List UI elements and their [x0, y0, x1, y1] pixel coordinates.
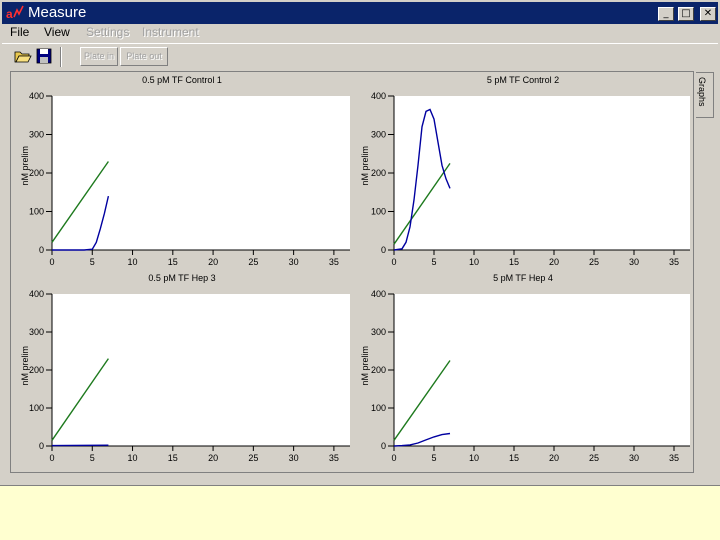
y-tick-label: 400	[371, 289, 386, 299]
y-tick-label: 0	[381, 441, 386, 451]
x-tick-label: 0	[49, 257, 54, 267]
x-tick-label: 5	[431, 453, 436, 463]
y-tick-label: 100	[371, 207, 386, 217]
x-tick-label: 20	[208, 257, 218, 267]
x-tick-label: 35	[329, 257, 339, 267]
plot-area	[52, 294, 350, 446]
x-tick-label: 20	[549, 257, 559, 267]
maximize-button[interactable]: □	[678, 7, 694, 21]
y-tick-label: 200	[371, 168, 386, 178]
x-tick-label: 0	[49, 453, 54, 463]
x-tick-label: 30	[629, 257, 639, 267]
x-tick-label: 20	[549, 453, 559, 463]
svg-text:a: a	[6, 7, 13, 21]
x-tick-label: 30	[289, 257, 299, 267]
app-icon: a	[6, 5, 24, 21]
measure-window: a Measure _ □ ✕ File View Settings Instr…	[0, 0, 720, 486]
chart-3-svg: 0 100 200 300 400 0 5 10 15 20 25 30 35	[29, 289, 350, 463]
chart-panel-1: 0.5 pM TF Control 1 nM prelim 0 100 200 300…	[12, 75, 352, 274]
x-tick-label: 25	[248, 257, 258, 267]
chart-2-svg: 0 100 200 300 400 0 5 10 15 20 25 30 35	[371, 91, 690, 267]
x-tick-label: 25	[589, 453, 599, 463]
menu-view[interactable]: View	[44, 25, 70, 40]
y-tick-label: 300	[371, 130, 386, 140]
y-tick-label: 400	[29, 289, 44, 299]
x-tick-label: 30	[289, 453, 299, 463]
x-tick-label: 0	[391, 257, 396, 267]
y-tick-label: 300	[29, 130, 44, 140]
menu-file[interactable]: File	[10, 25, 29, 40]
y-tick-label: 300	[29, 327, 44, 337]
y-tick-label: 0	[39, 245, 44, 255]
chart-panel-2: 5 pM TF Control 2 nM prelim 0 100 200 300 40…	[354, 75, 692, 274]
toolbar: Plate in Plate out	[2, 43, 718, 68]
x-tick-label: 30	[629, 453, 639, 463]
y-tick-label: 400	[371, 91, 386, 101]
x-tick-label: 10	[128, 453, 138, 463]
toolbar-separator	[60, 47, 62, 67]
x-tick-label: 35	[669, 453, 679, 463]
y-tick-label: 0	[381, 245, 386, 255]
chart-1-svg: 0 100 200 300 400 0 5 10 15 20 25 30 35	[29, 91, 350, 267]
folder-open-icon[interactable]	[14, 47, 32, 65]
chart-panel-4: 5 pM TF Hep 4 nM prelim 0 100 200 300 400 0 5 1…	[354, 273, 692, 470]
plot-area	[394, 96, 690, 250]
y-tick-label: 100	[29, 207, 44, 217]
x-tick-label: 35	[669, 257, 679, 267]
y-tick-label: 300	[371, 327, 386, 337]
x-tick-label: 10	[469, 453, 479, 463]
close-button[interactable]: ✕	[700, 7, 716, 21]
window-title: Measure	[28, 4, 87, 21]
x-tick-label: 15	[168, 453, 178, 463]
x-tick-label: 35	[329, 453, 339, 463]
y-tick-label: 200	[29, 168, 44, 178]
tab-graphs[interactable]: Graphs	[696, 72, 714, 118]
menu-settings[interactable]: Settings	[86, 25, 129, 40]
menu-bar: File View Settings Instrument	[2, 24, 718, 42]
x-tick-label: 25	[589, 257, 599, 267]
plot-area	[52, 96, 350, 250]
x-tick-label: 5	[431, 257, 436, 267]
x-tick-label: 25	[248, 453, 258, 463]
plate-in-button[interactable]: Plate in	[80, 47, 118, 66]
y-tick-label: 100	[371, 403, 386, 413]
y-tick-label: 0	[39, 441, 44, 451]
x-tick-label: 15	[168, 257, 178, 267]
x-tick-label: 0	[391, 453, 396, 463]
x-tick-label: 10	[469, 257, 479, 267]
x-tick-label: 5	[90, 453, 95, 463]
tab-graphs-label: Graphs	[697, 77, 707, 107]
x-tick-label: 15	[509, 257, 519, 267]
title-bar[interactable]: a Measure _ □ ✕	[2, 2, 718, 24]
x-tick-label: 10	[128, 257, 138, 267]
menu-instrument[interactable]: Instrument	[142, 25, 199, 40]
minimize-button[interactable]: _	[658, 7, 674, 21]
floppy-disk-icon[interactable]	[35, 47, 53, 65]
y-tick-label: 100	[29, 403, 44, 413]
y-tick-label: 400	[29, 91, 44, 101]
chart-4-svg: 0 100 200 300 400 0 5 10 15 20 25 30 35	[371, 289, 690, 463]
chart-panel-3: 0.5 pM TF Hep 3 nM prelim 0 100 200 300 400 0…	[12, 273, 352, 470]
x-tick-label: 20	[208, 453, 218, 463]
x-tick-label: 5	[90, 257, 95, 267]
plate-out-button[interactable]: Plate out	[120, 47, 168, 66]
plot-area	[394, 294, 690, 446]
y-tick-label: 200	[371, 365, 386, 375]
x-tick-label: 15	[509, 453, 519, 463]
y-tick-label: 200	[29, 365, 44, 375]
